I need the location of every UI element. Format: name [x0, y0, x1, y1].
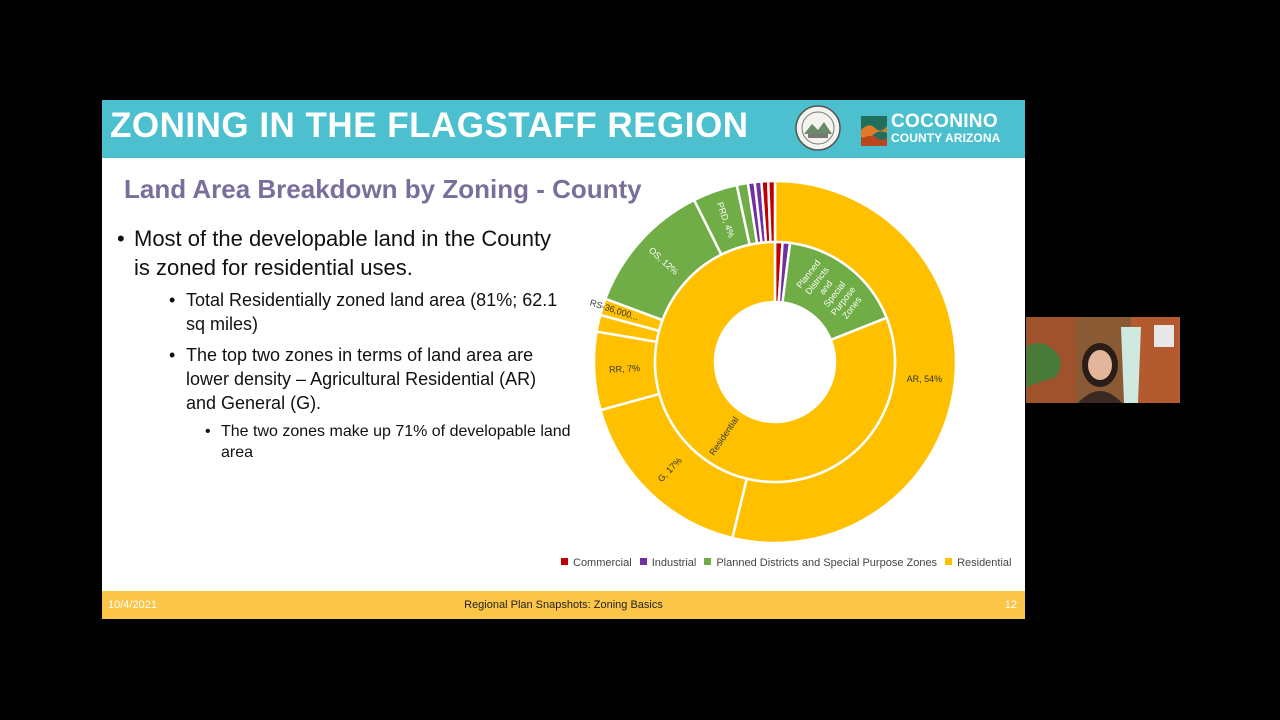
title-banner: ZONING IN THE FLAGSTAFF REGION COCONINO … — [102, 100, 1025, 158]
bullet-level-2: • Total Residentially zoned land area (8… — [169, 288, 581, 336]
bullet-2a-text: Total Residentially zoned land area (81%… — [186, 290, 558, 334]
bullet-level-3: • The two zones make up 71% of developab… — [205, 421, 576, 463]
legend-swatch — [704, 558, 712, 565]
bullet-level-1: • Most of the developable land in the Co… — [117, 224, 554, 282]
legend-item: Planned Districts and Special Purpose Zo… — [704, 557, 937, 569]
legend-swatch — [639, 558, 647, 565]
zoning-sunburst-chart: AR, 54%G, 17%RR, 7%RS-36,000...OS, 12%PR… — [589, 179, 958, 545]
legend-swatch — [945, 558, 953, 565]
slide: ZONING IN THE FLAGSTAFF REGION COCONINO … — [102, 100, 1025, 619]
bullet-1-text: Most of the developable land in the Coun… — [134, 226, 552, 280]
bullet-3-text: The two zones make up 71% of developable… — [221, 423, 571, 461]
slide-footer: 10/4/2021 Regional Plan Snapshots: Zonin… — [102, 591, 1025, 619]
bullet-2b-text: The top two zones in terms of land area … — [186, 345, 537, 413]
webcam-image — [1026, 317, 1180, 403]
bullet-dot-icon: • — [169, 345, 176, 365]
footer-title: Regional Plan Snapshots: Zoning Basics — [464, 599, 663, 611]
bullet-dot-icon: • — [205, 423, 211, 440]
bullet-dot-icon: • — [117, 226, 125, 251]
outer-slice-label: RR, 7% — [609, 363, 640, 375]
bullet-dot-icon: • — [169, 290, 176, 310]
legend-label: Residential — [957, 557, 1012, 569]
legend-item: Commercial — [561, 557, 632, 569]
coconino-logo-text: COCONINO COUNTY ARIZONA — [891, 112, 1000, 144]
outer-ring-slice — [766, 179, 777, 244]
slide-subtitle: Land Area Breakdown by Zoning - County — [124, 174, 642, 204]
bullet-level-2: • The top two zones in terms of land are… — [169, 343, 566, 415]
logo-sub-text: COUNTY ARIZONA — [891, 131, 1001, 145]
legend-item: Residential — [945, 557, 1011, 569]
slide-title: ZONING IN THE FLAGSTAFF REGION — [110, 106, 749, 145]
coconino-logo-icon — [861, 116, 887, 146]
outer-slice-label: AR, 54% — [907, 374, 943, 384]
legend-swatch — [561, 558, 568, 565]
legend-label: Industrial — [651, 557, 697, 569]
legend-item: Industrial — [639, 557, 697, 569]
logo-main-text: COCONINO — [891, 111, 998, 132]
presenter-webcam — [1026, 317, 1180, 403]
footer-page-number: 12 — [1004, 599, 1017, 611]
legend-label: Planned Districts and Special Purpose Zo… — [716, 557, 938, 569]
legend-label: Commercial — [573, 557, 632, 569]
chart-legend: Commercial Industrial Planned Districts an… — [561, 557, 1019, 569]
county-seal-icon — [795, 105, 841, 151]
